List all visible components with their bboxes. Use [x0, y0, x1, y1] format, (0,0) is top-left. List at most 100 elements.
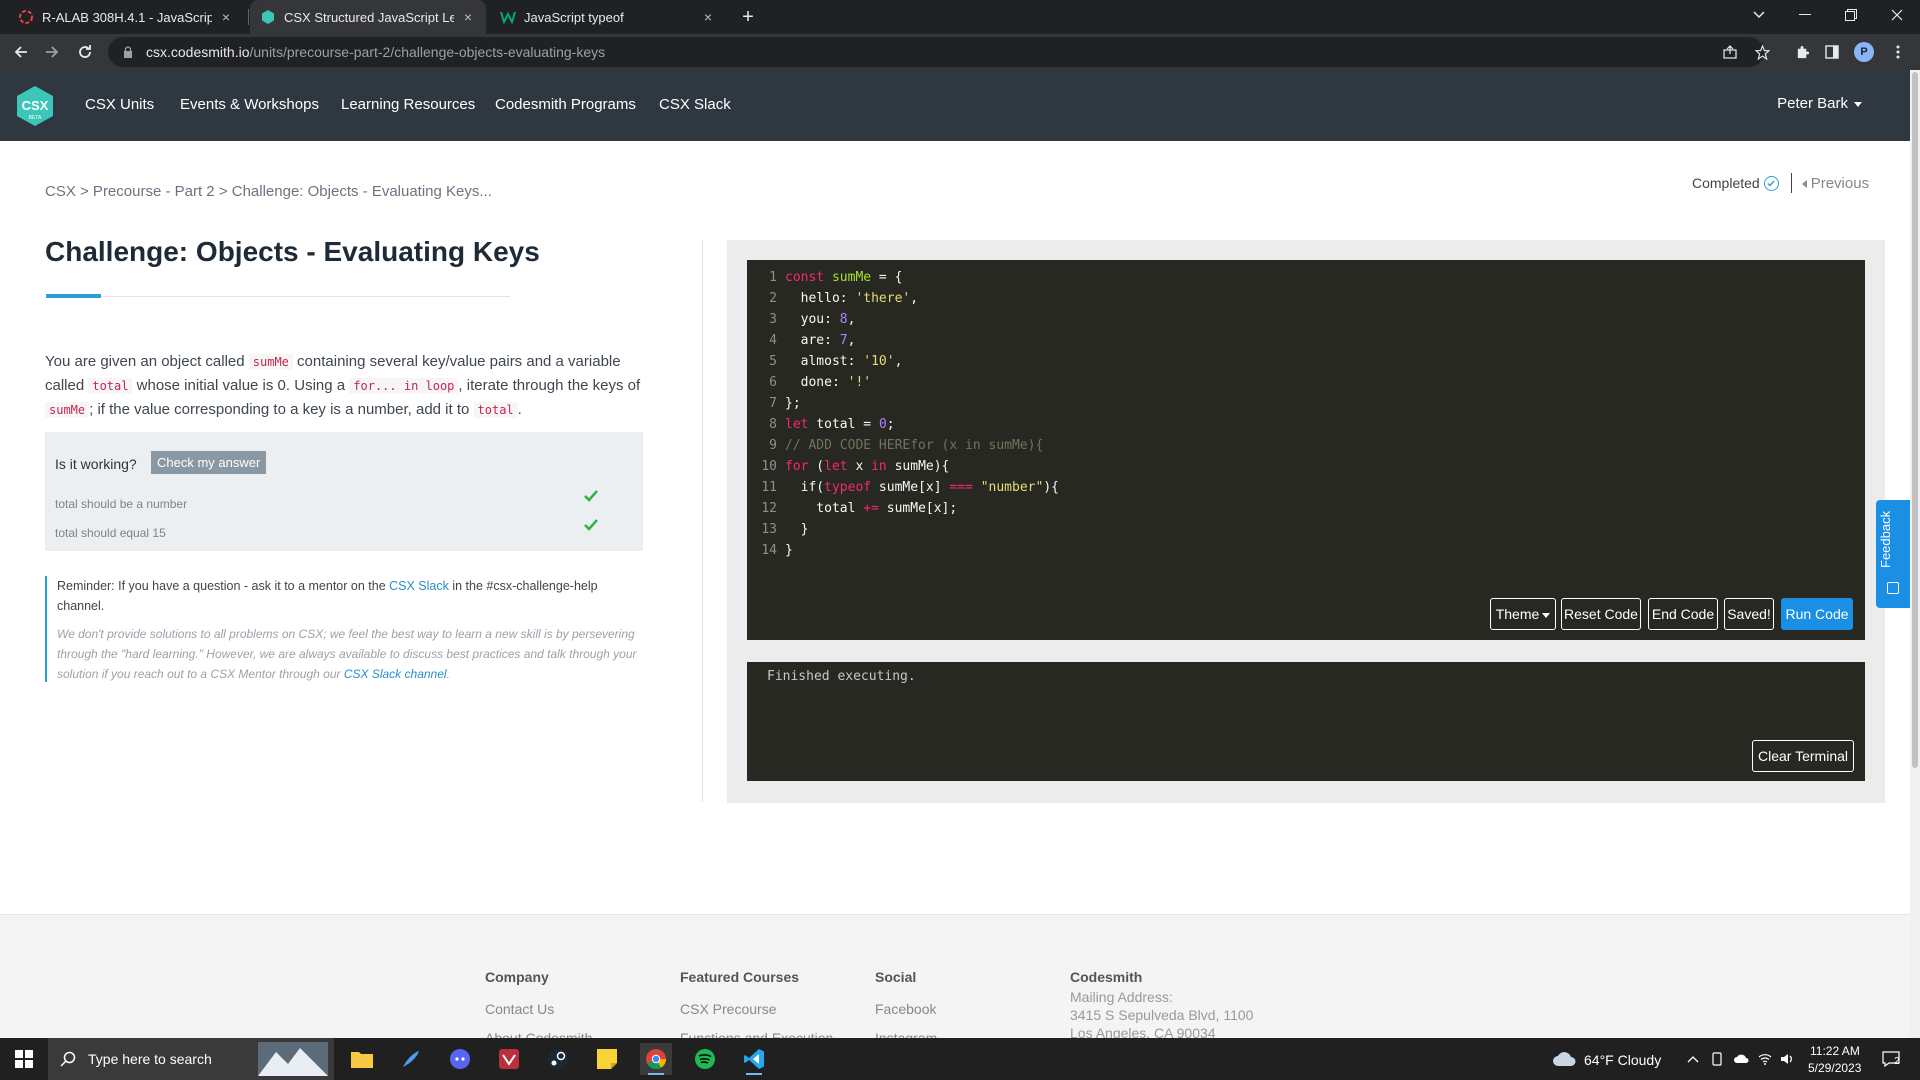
device-icon[interactable] [1706, 1043, 1728, 1075]
tab-search-icon[interactable] [1736, 0, 1782, 30]
discord-icon[interactable] [444, 1043, 476, 1075]
notification-count: 2 [1894, 1056, 1900, 1067]
page-scrollbar[interactable] [1910, 70, 1920, 1038]
share-icon[interactable] [1716, 38, 1744, 66]
csx-slack-link[interactable]: CSX Slack [389, 579, 449, 593]
theme-dropdown-button[interactable]: Theme [1490, 598, 1556, 630]
steam-icon[interactable] [542, 1043, 574, 1075]
clock-date[interactable]: 5/29/2023 [1808, 1061, 1861, 1075]
nav-link-events[interactable]: Events & Workshops [180, 96, 319, 113]
windows-start-icon[interactable] [8, 1043, 40, 1075]
nav-link-codesmith-programs[interactable]: Codesmith Programs [495, 96, 636, 113]
wifi-icon[interactable] [1754, 1043, 1776, 1075]
browser-tab-ralab[interactable]: R-ALAB 308H.4.1 - JavaScript Ar × [8, 0, 244, 34]
code-line: 13 } [747, 522, 1747, 543]
profile-avatar[interactable]: P [1854, 42, 1874, 62]
vscode-icon[interactable] [738, 1043, 770, 1075]
chevron-up-icon[interactable] [1682, 1043, 1704, 1075]
browser-tab-typeof[interactable]: JavaScript typeof × [490, 0, 726, 34]
inline-code: sumMe [248, 354, 293, 370]
previous-link[interactable]: Previous [1801, 174, 1870, 192]
clear-terminal-button[interactable]: Clear Terminal [1752, 740, 1854, 772]
caret-left-icon [1801, 179, 1807, 188]
sticky-notes-icon[interactable] [591, 1043, 623, 1075]
challenge-title: Challenge: Objects - Evaluating Keys [45, 236, 540, 267]
chrome-icon[interactable] [640, 1043, 672, 1075]
app-icon-red[interactable] [493, 1043, 525, 1075]
pass-check-icon [584, 490, 598, 502]
feedback-tab[interactable]: Feedback [1876, 500, 1910, 608]
previous-label: Previous [1810, 174, 1870, 192]
minimize-window-icon[interactable] [1782, 0, 1828, 30]
code-line: 12 total += sumMe[x]; [747, 501, 1747, 522]
close-tab-icon[interactable]: × [700, 9, 716, 25]
code-line: 4 are: 7, [747, 333, 1747, 354]
tab-title: CSX Structured JavaScript Learnin [284, 9, 454, 25]
active-app-indicator [746, 1073, 762, 1075]
restore-window-icon[interactable] [1828, 0, 1874, 30]
csx-slack-channel-link[interactable]: CSX Slack channel [344, 667, 447, 681]
footer-link[interactable]: CSX Precourse [680, 1001, 833, 1017]
title-accent [46, 294, 101, 298]
browser-tab-csx[interactable]: CSX Structured JavaScript Learnin × [250, 0, 486, 34]
nav-link-learning-resources[interactable]: Learning Resources [341, 96, 475, 113]
notification-center-icon[interactable]: 2 [1874, 1043, 1908, 1075]
reminder-note-part: . [446, 667, 450, 681]
footer-link[interactable]: Facebook [875, 1001, 937, 1017]
reload-icon[interactable] [71, 38, 99, 66]
volume-icon[interactable] [1776, 1043, 1798, 1075]
extensions-icon[interactable] [1788, 38, 1816, 66]
user-menu[interactable]: Peter Bark [1777, 95, 1862, 112]
code-line: 3 you: 8, [747, 312, 1747, 333]
back-arrow-icon[interactable] [7, 38, 35, 66]
breadcrumb[interactable]: CSX > Precourse - Part 2 > Challenge: Ob… [45, 183, 492, 200]
line-number: 10 [761, 459, 777, 474]
bookmark-star-icon[interactable] [1748, 38, 1776, 66]
caret-down-icon [1542, 612, 1551, 618]
search-icon [60, 1051, 76, 1067]
address-domain: csx.codesmith.io [146, 44, 250, 60]
close-window-icon[interactable] [1874, 0, 1920, 30]
address-bar[interactable]: csx.codesmith.io/units/precourse-part-2/… [108, 37, 1764, 67]
forward-arrow-icon[interactable] [38, 38, 66, 66]
browser-menu-icon[interactable] [1884, 38, 1912, 66]
close-tab-icon[interactable]: × [218, 9, 234, 25]
app-icon-feather[interactable] [395, 1043, 427, 1075]
saved-button[interactable]: Saved! [1724, 598, 1774, 630]
end-code-button[interactable]: End Code [1648, 598, 1718, 630]
run-code-button[interactable]: Run Code [1781, 598, 1853, 630]
search-placeholder: Type here to search [88, 1051, 212, 1067]
svg-text:BETA: BETA [29, 115, 42, 121]
footer-address-line: Mailing Address: [1070, 989, 1173, 1005]
inline-code: for... in loop [349, 378, 459, 394]
side-panel-icon[interactable] [1818, 38, 1846, 66]
inline-code: total [473, 402, 518, 418]
weather-text[interactable]: 64°F Cloudy [1584, 1052, 1661, 1068]
footer-address-line: 3415 S Sepulveda Blvd, 1100 [1070, 1007, 1254, 1023]
spotify-icon[interactable] [689, 1043, 721, 1075]
onedrive-cloud-icon[interactable] [1730, 1043, 1752, 1075]
csx-logo[interactable]: CSX BETA [15, 85, 55, 127]
nav-link-csx-slack[interactable]: CSX Slack [659, 96, 731, 113]
taskbar-search-box[interactable]: Type here to search [48, 1038, 334, 1080]
close-tab-icon[interactable]: × [460, 9, 476, 25]
code-editor[interactable]: 1 const sumMe = { 2 hello: 'there', 3 you… [747, 260, 1865, 640]
inline-code: total [88, 378, 133, 394]
code-line: 14} [747, 543, 1747, 564]
footer-col-codesmith: Codesmith Mailing Address: 3415 S Sepulv… [1070, 969, 1253, 1043]
desc-text: ; if the value corresponding to a key is… [89, 401, 474, 418]
code-line: 1 const sumMe = { [747, 270, 1747, 291]
scrollbar-thumb[interactable] [1912, 72, 1918, 768]
weather-cloud-icon[interactable] [1550, 1043, 1578, 1075]
footer-heading: Company [485, 969, 549, 985]
tab-title: R-ALAB 308H.4.1 - JavaScript Ar [42, 9, 212, 25]
clock-time[interactable]: 11:22 AM [1810, 1044, 1860, 1058]
nav-link-csx-units[interactable]: CSX Units [85, 96, 154, 113]
file-explorer-icon[interactable] [346, 1043, 378, 1075]
footer-link[interactable]: Contact Us [485, 1001, 592, 1017]
new-tab-button[interactable]: + [736, 5, 760, 29]
user-name: Peter Bark [1777, 95, 1848, 112]
reset-code-button[interactable]: Reset Code [1561, 598, 1641, 630]
check-answer-button[interactable]: Check my answer [151, 451, 267, 474]
code-line: 2 hello: 'there', [747, 291, 1747, 312]
